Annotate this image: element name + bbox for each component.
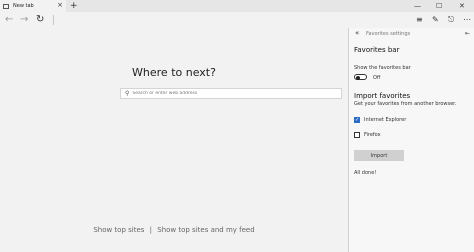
toolbar: ← → ↻ ≡ ✎ ⎋ ⋯ xyxy=(0,12,474,28)
address-search-box[interactable]: ⚲ xyxy=(120,88,342,99)
hub-icon[interactable]: ≡ xyxy=(416,15,423,25)
minimize-button[interactable]: — xyxy=(414,0,421,12)
search-icon: ⚲ xyxy=(125,90,130,97)
back-chevron-icon[interactable]: « xyxy=(355,29,359,37)
toolbar-divider xyxy=(53,15,54,25)
import-description: Get your favorites from another browser. xyxy=(354,101,457,107)
show-top-sites-link[interactable]: Show top sites xyxy=(93,226,144,234)
maximize-button[interactable]: ☐ xyxy=(436,0,442,12)
page-icon xyxy=(3,3,9,9)
import-favorites-heading: Import favorites xyxy=(354,92,411,100)
toggle-knob xyxy=(356,75,360,80)
favorites-bar-heading: Favorites bar xyxy=(354,46,400,54)
web-note-icon[interactable]: ✎ xyxy=(432,15,439,25)
toggle-state-label: Off xyxy=(373,75,381,81)
firefox-label: Firefox xyxy=(364,132,381,138)
favorites-bar-toggle[interactable] xyxy=(354,74,367,80)
favorites-settings-panel: « Favorites settings ⇤ Favorites bar Sho… xyxy=(348,28,474,252)
import-button[interactable]: Import xyxy=(354,150,404,161)
top-sites-links: Show top sites | Show top sites and my f… xyxy=(0,226,348,234)
close-window-button[interactable]: ✕ xyxy=(459,0,465,12)
import-status: All done! xyxy=(354,170,377,176)
show-favorites-bar-label: Show the favorites bar xyxy=(354,65,411,71)
new-tab-button[interactable]: + xyxy=(70,0,78,12)
new-tab-page: Where to next? ⚲ Show top sites | Show t… xyxy=(0,28,348,252)
internet-explorer-label: Internet Explorer xyxy=(364,117,407,123)
close-tab-icon[interactable]: × xyxy=(57,1,63,9)
back-button[interactable]: ← xyxy=(5,13,13,27)
page-heading: Where to next? xyxy=(132,66,216,79)
tab-title: New tab xyxy=(13,3,34,9)
share-icon[interactable]: ⎋ xyxy=(448,15,454,25)
tab-new-tab[interactable]: New tab × xyxy=(0,0,66,12)
link-divider: | xyxy=(149,226,153,234)
title-bar: New tab × + — ☐ ✕ xyxy=(0,0,474,12)
forward-button[interactable]: → xyxy=(20,13,28,27)
internet-explorer-checkbox[interactable]: ✓ xyxy=(354,117,360,123)
firefox-checkbox[interactable] xyxy=(354,132,360,138)
pin-pane-icon[interactable]: ⇤ xyxy=(465,30,470,37)
search-input[interactable] xyxy=(132,89,333,98)
panel-header: « Favorites settings ⇤ xyxy=(349,28,474,40)
show-top-sites-and-feed-link[interactable]: Show top sites and my feed xyxy=(157,226,254,234)
panel-title: Favorites settings xyxy=(366,31,411,37)
more-icon[interactable]: ⋯ xyxy=(463,15,471,25)
refresh-button[interactable]: ↻ xyxy=(36,13,44,27)
